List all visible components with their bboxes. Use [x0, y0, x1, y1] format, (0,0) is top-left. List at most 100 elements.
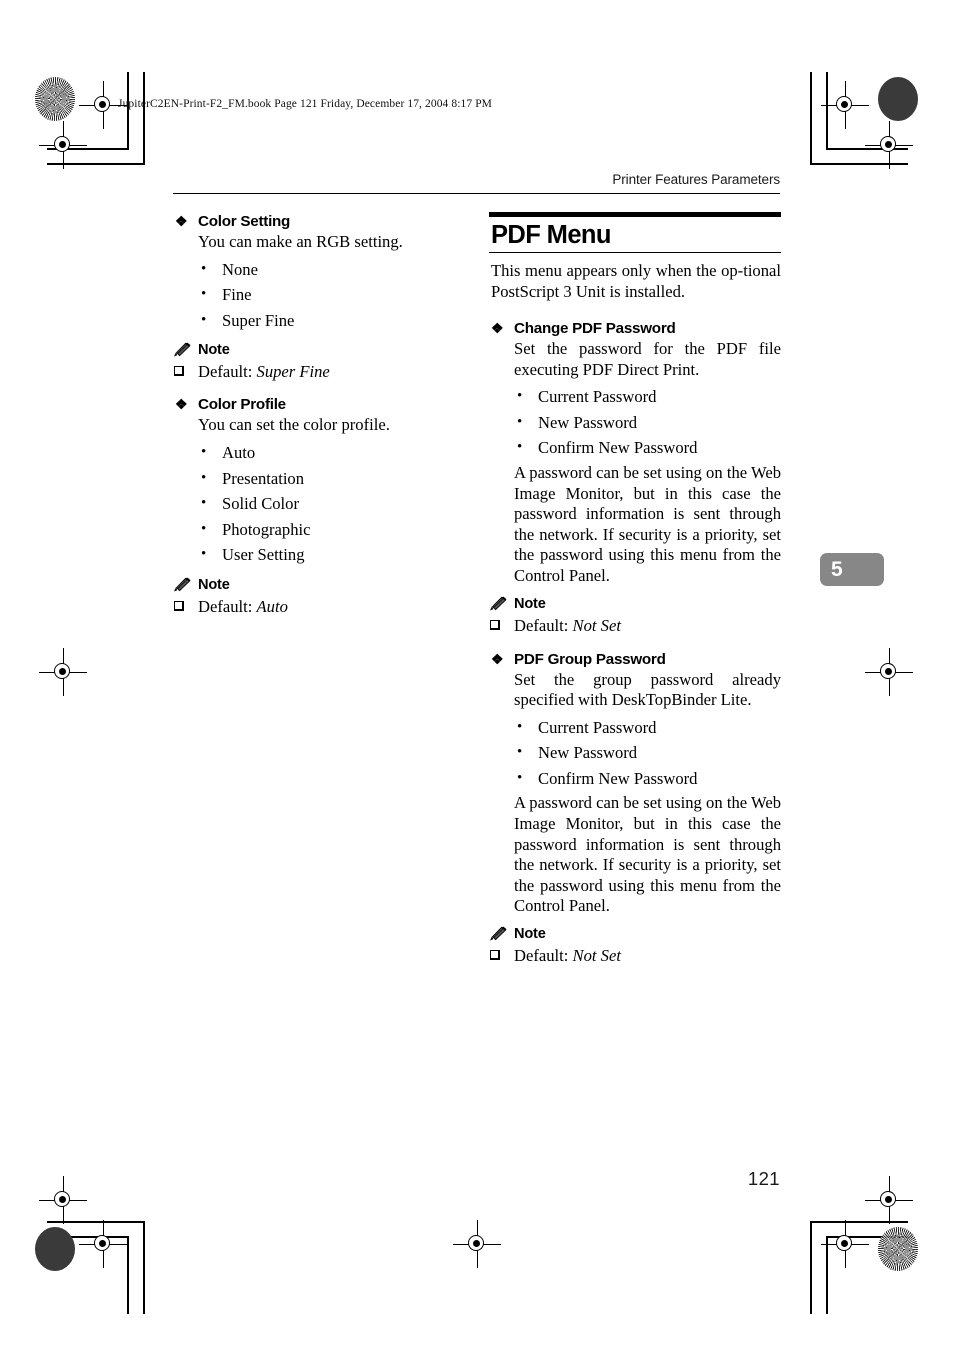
round-bullet-icon: •: [201, 469, 207, 486]
option-list: • Auto • Presentation • Solid Color • Photog…: [173, 440, 465, 568]
default-label: Default:: [514, 946, 573, 966]
round-bullet-icon: •: [201, 311, 207, 328]
list-item: • Current Password: [514, 715, 781, 741]
list-item: • New Password: [514, 410, 781, 436]
note-label: Note: [514, 595, 546, 612]
note-default-item: Default: Not Set: [489, 945, 781, 967]
option-label: Auto: [222, 442, 256, 462]
square-bullet-icon: [490, 950, 500, 961]
section-heading: ❖ Color Profile: [173, 395, 465, 414]
option-label: Current Password: [538, 717, 657, 737]
diamond-bullet-icon: ❖: [175, 396, 188, 413]
default-value: Not Set: [572, 946, 621, 966]
note-title: Note: [489, 595, 781, 614]
intro-paragraph: This menu appears only when the op-tiona…: [491, 261, 781, 301]
list-item: • Confirm New Password: [514, 435, 781, 461]
section-heading: ❖ PDF Group Password: [489, 650, 781, 669]
title-rule-bottom: [489, 251, 781, 254]
round-bullet-icon: •: [517, 718, 523, 735]
note-default-item: Default: Super Fine: [173, 361, 465, 383]
list-item: • Photographic: [198, 517, 465, 543]
round-bullet-icon: •: [201, 443, 207, 460]
pencil-icon: [173, 577, 192, 593]
section-title: PDF Group Password: [514, 650, 666, 668]
diamond-bullet-icon: ❖: [175, 213, 188, 229]
round-bullet-icon: •: [201, 260, 207, 277]
note-default-item: Default: Not Set: [489, 615, 781, 637]
option-label: Confirm New Password: [538, 768, 698, 788]
pdf-menu-title-block: PDF Menu This menu appears only when the…: [489, 212, 781, 302]
option-label: User Setting: [222, 545, 305, 565]
note-title: Note: [489, 925, 781, 944]
section-heading: ❖ Change PDF Password: [489, 319, 781, 338]
default-value: Auto: [256, 596, 288, 616]
note-title: Note: [173, 341, 465, 360]
option-label: Current Password: [538, 387, 657, 407]
option-list: • Current Password • New Password • Confirm…: [489, 715, 781, 792]
pencil-icon: [173, 342, 192, 358]
section-color-setting: ❖ Color Setting You can make an RGB sett…: [173, 212, 465, 383]
default-value: Not Set: [572, 615, 621, 635]
round-bullet-icon: •: [517, 769, 523, 786]
list-item: • Super Fine: [198, 308, 465, 334]
diamond-bullet-icon: ❖: [491, 650, 504, 667]
list-item: • Presentation: [198, 466, 465, 492]
list-item: • User Setting: [198, 542, 465, 568]
option-list: • Current Password • New Password • Confirm…: [489, 384, 781, 461]
pencil-icon: [489, 596, 508, 612]
list-item: • Confirm New Password: [514, 766, 781, 792]
list-item: • Fine: [198, 282, 465, 308]
section-description: Set the group password already specified…: [514, 669, 781, 710]
section-paragraph: A password can be set using on the Web I…: [514, 793, 781, 916]
list-item: • New Password: [514, 740, 781, 766]
header-rule: [173, 193, 780, 195]
note-block: Note Default: Super Fine: [173, 341, 465, 383]
section-title: Color Profile: [198, 396, 286, 414]
section-change-pdf-password: ❖ Change PDF Password Set the password f…: [489, 319, 781, 637]
note-block: Note Default: Auto: [173, 576, 465, 618]
list-item: • Solid Color: [198, 491, 465, 517]
default-label: Default:: [514, 615, 573, 635]
page-title: PDF Menu: [491, 220, 611, 249]
list-item: • None: [198, 257, 465, 283]
list-item: • Current Password: [514, 384, 781, 410]
running-header: Printer Features Parameters: [612, 172, 780, 187]
note-block: Note Default: Not Set: [489, 595, 781, 637]
option-label: Super Fine: [222, 310, 295, 330]
round-bullet-icon: •: [517, 744, 523, 761]
square-bullet-icon: [174, 600, 184, 611]
left-column: ❖ Color Setting You can make an RGB sett…: [173, 212, 465, 627]
round-bullet-icon: •: [517, 388, 523, 405]
option-label: Photographic: [222, 519, 311, 539]
section-pdf-group-password: ❖ PDF Group Password Set the group passw…: [489, 650, 781, 968]
note-label: Note: [198, 576, 230, 593]
default-label: Default:: [198, 596, 257, 616]
section-title: Change PDF Password: [514, 319, 676, 337]
page-number: 121: [747, 1168, 780, 1189]
section-paragraph: A password can be set using on the Web I…: [514, 462, 781, 585]
diamond-bullet-icon: ❖: [491, 319, 504, 336]
option-list: • None • Fine • Super Fine: [173, 257, 465, 334]
option-label: Presentation: [222, 468, 305, 488]
pencil-icon: [489, 926, 508, 942]
note-default-item: Default: Auto: [173, 596, 465, 618]
section-description: Set the password for the PDF file execut…: [514, 338, 781, 379]
option-label: Fine: [222, 285, 252, 305]
square-bullet-icon: [490, 619, 500, 630]
section-title: Color Setting: [198, 213, 291, 230]
square-bullet-icon: [174, 366, 184, 377]
section-description: You can make an RGB setting.: [198, 232, 403, 251]
chapter-tab-marker: 5: [820, 553, 884, 586]
section-color-profile: ❖ Color Profile You can set the color pr…: [173, 395, 465, 618]
note-title: Note: [173, 576, 465, 595]
option-label: New Password: [538, 412, 638, 432]
option-label: Confirm New Password: [538, 438, 698, 458]
list-item: • Auto: [198, 440, 465, 466]
note-block: Note Default: Not Set: [489, 925, 781, 967]
round-bullet-icon: •: [201, 286, 207, 303]
right-column: PDF Menu This menu appears only when the…: [489, 212, 781, 976]
section-heading: ❖ Color Setting: [173, 212, 465, 231]
note-label: Note: [198, 342, 230, 359]
option-label: None: [222, 259, 258, 279]
document-page: Printer Features Parameters ❖ Color Sett…: [0, 0, 954, 1348]
